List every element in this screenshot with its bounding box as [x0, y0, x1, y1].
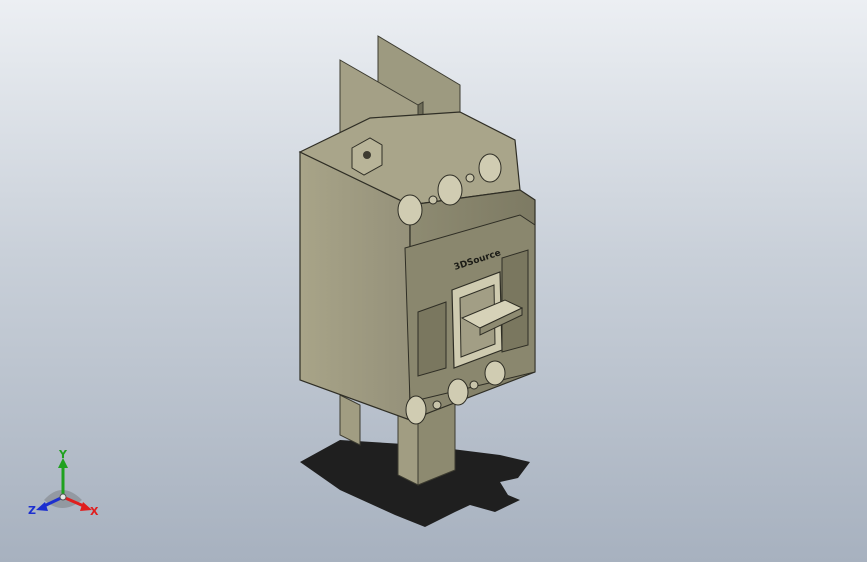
top-screw-2	[465, 173, 475, 183]
top-terminal-hole-2	[437, 174, 463, 206]
graphics-viewport[interactable]: 3DSource Y X Z	[0, 0, 867, 562]
top-terminal-hole-1	[397, 194, 423, 226]
bottom-screw-2	[469, 380, 479, 390]
triad-origin	[59, 493, 67, 501]
panel-recess-left	[417, 301, 447, 377]
top-terminal-hole-3	[478, 153, 502, 183]
circuit-breaker-model[interactable]: 3DSource	[0, 0, 867, 562]
bottom-terminal-hole-1	[405, 395, 427, 425]
bottom-terminal-plate-left	[339, 394, 361, 446]
bottom-terminal-hole-2	[447, 378, 469, 406]
bottom-screw-1	[432, 400, 442, 410]
mounting-tab-hole	[363, 151, 371, 159]
coordinate-triad[interactable]	[36, 458, 92, 511]
top-screw-1	[428, 195, 438, 205]
triad-x-label: X	[90, 505, 99, 518]
triad-z-label: Z	[28, 504, 36, 517]
bottom-terminal-hole-3	[484, 360, 506, 386]
triad-y-label: Y	[59, 448, 67, 461]
